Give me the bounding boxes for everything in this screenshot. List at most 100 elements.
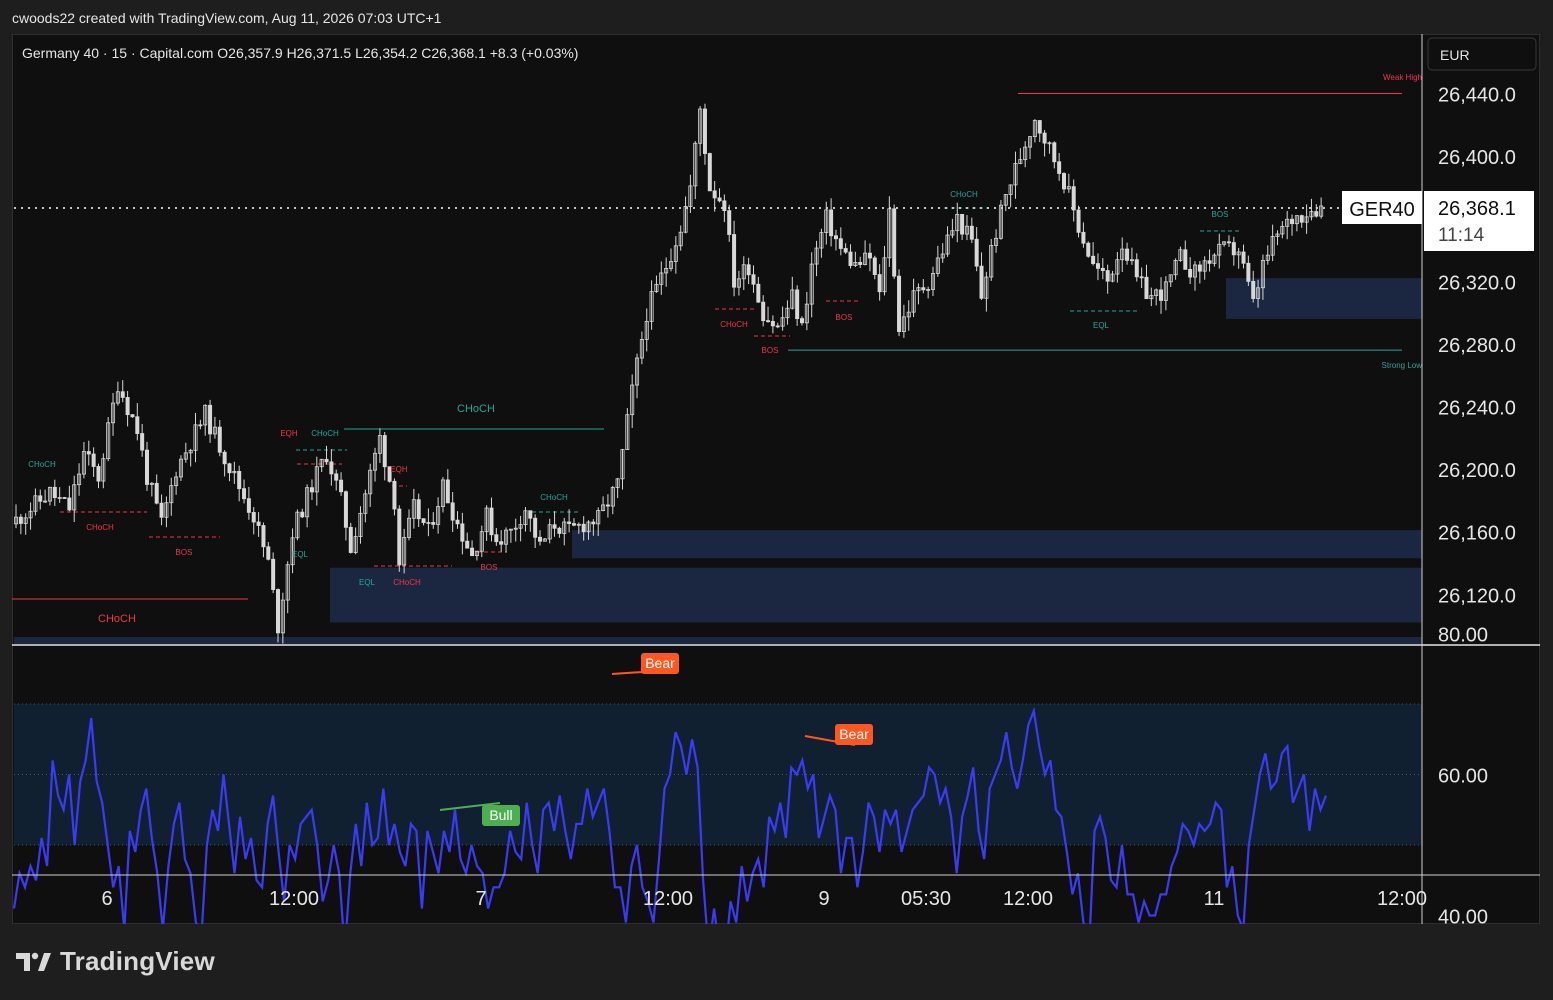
candle-body (872, 257, 877, 275)
candle-body (1037, 120, 1042, 134)
candle (654, 275, 659, 293)
candle (125, 390, 130, 427)
candle (649, 280, 654, 330)
candle-body (120, 391, 125, 398)
candle (1018, 148, 1023, 165)
candle (940, 243, 945, 263)
candle (271, 552, 276, 594)
candle-body (746, 264, 751, 276)
candle-body (450, 502, 455, 521)
price-tick-label: 26,400.0 (1438, 147, 1516, 169)
candle-body (251, 512, 256, 523)
structure-levels-layer (12, 93, 1402, 600)
candle (1144, 264, 1149, 300)
candle-body (1207, 260, 1212, 264)
candle-body (324, 458, 329, 463)
candle (1212, 253, 1217, 267)
candle-body (266, 546, 271, 560)
price-tick-label: 26,240.0 (1438, 398, 1516, 420)
candle (615, 477, 620, 499)
candle-body (52, 486, 57, 499)
candle (455, 511, 460, 529)
candle (406, 509, 411, 541)
candle (722, 194, 727, 223)
candle-body (848, 251, 853, 266)
candle (440, 477, 445, 513)
candle-body (237, 470, 242, 490)
candle (232, 461, 237, 484)
candle (741, 256, 746, 291)
currency-button[interactable]: EUR (1427, 37, 1537, 71)
chart-canvas[interactable]: CHoCH CHoCH CHoCH BOS EQL EQH CHoCH EQH EQL CHoCH… (12, 34, 1540, 924)
candle-body (392, 480, 397, 510)
candle (712, 181, 717, 212)
candle (251, 507, 256, 535)
candle-body (775, 325, 780, 328)
candle-body (533, 517, 538, 538)
structure-label: CHoCH (457, 403, 495, 415)
candle (23, 513, 28, 535)
structure-label: CHoCH (86, 523, 114, 532)
tradingview-brand[interactable]: TradingView (14, 946, 215, 977)
candle-body (581, 523, 586, 533)
time-tick-label: 12:00 (269, 888, 319, 910)
candle (780, 306, 785, 331)
candle (867, 243, 872, 272)
candle (926, 286, 931, 299)
candle (931, 266, 936, 297)
candle-body (140, 433, 145, 451)
candle-body (261, 525, 266, 548)
candle (203, 404, 208, 436)
candle (664, 257, 669, 287)
candle (1032, 119, 1037, 143)
candle (804, 291, 809, 331)
candle (974, 227, 979, 272)
candle (18, 513, 23, 535)
candle (1110, 270, 1115, 283)
candle-body (557, 527, 562, 534)
candle-body (766, 320, 771, 323)
candle (115, 381, 120, 406)
candle (33, 488, 38, 516)
candle-body (974, 238, 979, 267)
candle (969, 217, 974, 244)
candle (1241, 244, 1246, 269)
candle-body (1197, 264, 1202, 272)
candle-body (125, 397, 130, 416)
candle (630, 374, 635, 428)
candle (1285, 210, 1290, 240)
candle-body (756, 283, 761, 303)
candle (465, 532, 470, 549)
candle-body (960, 213, 965, 235)
candle (1042, 130, 1047, 157)
candle (334, 469, 339, 491)
candle (402, 528, 407, 574)
candle (266, 542, 271, 561)
candle-body (343, 491, 348, 528)
candle (358, 506, 363, 544)
candle (256, 512, 261, 537)
candle (955, 202, 960, 243)
candle-body (921, 287, 926, 291)
candle (1188, 257, 1193, 284)
structure-label: Strong Low (1382, 361, 1423, 370)
candle (998, 200, 1003, 240)
candle (887, 196, 892, 267)
candle (275, 588, 280, 643)
candle (989, 238, 994, 281)
structure-label: CHoCH (311, 429, 339, 438)
candle (1163, 276, 1168, 311)
candle (208, 399, 213, 443)
candle (994, 229, 999, 253)
candle (188, 448, 193, 467)
time-tick-label: 9 (818, 888, 829, 910)
structure-label: BOS (481, 563, 498, 572)
candle-body (717, 197, 722, 202)
candle (300, 508, 305, 519)
candle (416, 493, 421, 528)
candle-body (552, 524, 557, 529)
candle (193, 412, 198, 463)
candle-body (1183, 249, 1188, 270)
candle (960, 213, 965, 240)
candle (164, 496, 169, 528)
